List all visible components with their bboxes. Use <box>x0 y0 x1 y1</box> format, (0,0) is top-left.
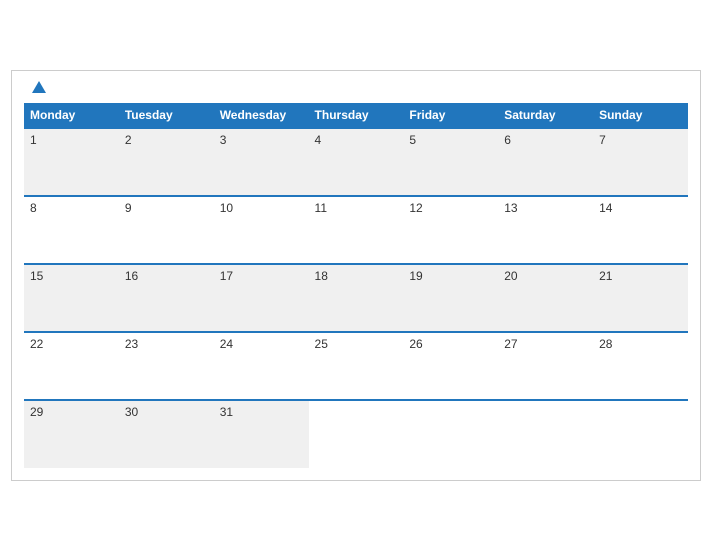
day-number: 2 <box>125 133 208 147</box>
day-number: 1 <box>30 133 113 147</box>
week-row-2: 89 10 11 12 13 14 <box>24 196 688 264</box>
day-number: 21 <box>599 269 682 283</box>
calendar-cell: 28 <box>593 332 688 400</box>
day-number: 27 <box>504 337 587 351</box>
weekday-header-row: MondayTuesdayWednesdayThursdayFridaySatu… <box>24 103 688 128</box>
calendar-cell: 20 <box>498 264 593 332</box>
calendar-cell: 4 <box>309 128 404 196</box>
weekday-header-thursday: Thursday <box>309 103 404 128</box>
day-number: 10 <box>220 201 303 215</box>
calendar-cell: 2 <box>119 128 214 196</box>
calendar-cell: 11 <box>309 196 404 264</box>
calendar-cell: 3 <box>214 128 309 196</box>
calendar-cell: 21 <box>593 264 688 332</box>
week-row-3: 15 16 17 18 19 20 21 <box>24 264 688 332</box>
calendar-cell: 15 <box>24 264 119 332</box>
weekday-header-wednesday: Wednesday <box>214 103 309 128</box>
day-number: 3 <box>220 133 303 147</box>
day-number: 18 <box>315 269 398 283</box>
calendar-cell: 1 <box>24 128 119 196</box>
calendar-cell: 31 <box>214 400 309 468</box>
day-number: 17 <box>220 269 303 283</box>
day-number: 29 <box>30 405 113 419</box>
logo-blue-text <box>28 81 46 93</box>
day-number: 7 <box>599 133 682 147</box>
day-number: 20 <box>504 269 587 283</box>
calendar-table: MondayTuesdayWednesdayThursdayFridaySatu… <box>24 103 688 468</box>
day-number: 24 <box>220 337 303 351</box>
weekday-header-saturday: Saturday <box>498 103 593 128</box>
day-number: 22 <box>30 337 113 351</box>
weekday-header-friday: Friday <box>403 103 498 128</box>
day-number: 30 <box>125 405 208 419</box>
weekday-header-monday: Monday <box>24 103 119 128</box>
day-number: 14 <box>599 201 682 215</box>
calendar-container: MondayTuesdayWednesdayThursdayFridaySatu… <box>11 70 701 481</box>
calendar-cell: 12 <box>403 196 498 264</box>
calendar-cell: 25 <box>309 332 404 400</box>
logo <box>28 81 46 93</box>
day-number: 8 <box>30 201 113 215</box>
day-number: 13 <box>504 201 587 215</box>
day-number: 23 <box>125 337 208 351</box>
day-number: 11 <box>315 201 398 215</box>
day-number: 12 <box>409 201 492 215</box>
calendar-cell: 16 <box>119 264 214 332</box>
day-number: 6 <box>504 133 587 147</box>
day-number: 26 <box>409 337 492 351</box>
day-number: 15 <box>30 269 113 283</box>
calendar-cell <box>309 400 404 468</box>
calendar-cell <box>593 400 688 468</box>
calendar-cell: 10 <box>214 196 309 264</box>
day-number: 31 <box>220 405 303 419</box>
calendar-cell: 9 <box>119 196 214 264</box>
day-number: 28 <box>599 337 682 351</box>
calendar-body: 1234567891011121314151617181920212223242… <box>24 128 688 468</box>
weekday-header-sunday: Sunday <box>593 103 688 128</box>
calendar-cell: 30 <box>119 400 214 468</box>
calendar-cell: 23 <box>119 332 214 400</box>
calendar-cell: 19 <box>403 264 498 332</box>
calendar-cell: 26 <box>403 332 498 400</box>
calendar-header <box>24 81 688 93</box>
calendar-cell: 27 <box>498 332 593 400</box>
calendar-cell: 14 <box>593 196 688 264</box>
calendar-thead: MondayTuesdayWednesdayThursdayFridaySatu… <box>24 103 688 128</box>
calendar-cell: 29 <box>24 400 119 468</box>
day-number: 25 <box>315 337 398 351</box>
week-row-4: 22 23 24 25 26 27 28 <box>24 332 688 400</box>
week-row-1: 1234567 <box>24 128 688 196</box>
day-number: 16 <box>125 269 208 283</box>
calendar-cell <box>498 400 593 468</box>
day-number: 19 <box>409 269 492 283</box>
calendar-cell: 22 <box>24 332 119 400</box>
day-number: 9 <box>125 201 208 215</box>
calendar-cell: 17 <box>214 264 309 332</box>
week-row-5: 29 30 31 <box>24 400 688 468</box>
calendar-cell: 13 <box>498 196 593 264</box>
calendar-cell: 5 <box>403 128 498 196</box>
day-number: 5 <box>409 133 492 147</box>
calendar-cell <box>403 400 498 468</box>
weekday-header-tuesday: Tuesday <box>119 103 214 128</box>
calendar-cell: 8 <box>24 196 119 264</box>
logo-triangle-icon <box>32 81 46 93</box>
calendar-cell: 6 <box>498 128 593 196</box>
calendar-cell: 24 <box>214 332 309 400</box>
calendar-cell: 18 <box>309 264 404 332</box>
day-number: 4 <box>315 133 398 147</box>
calendar-cell: 7 <box>593 128 688 196</box>
